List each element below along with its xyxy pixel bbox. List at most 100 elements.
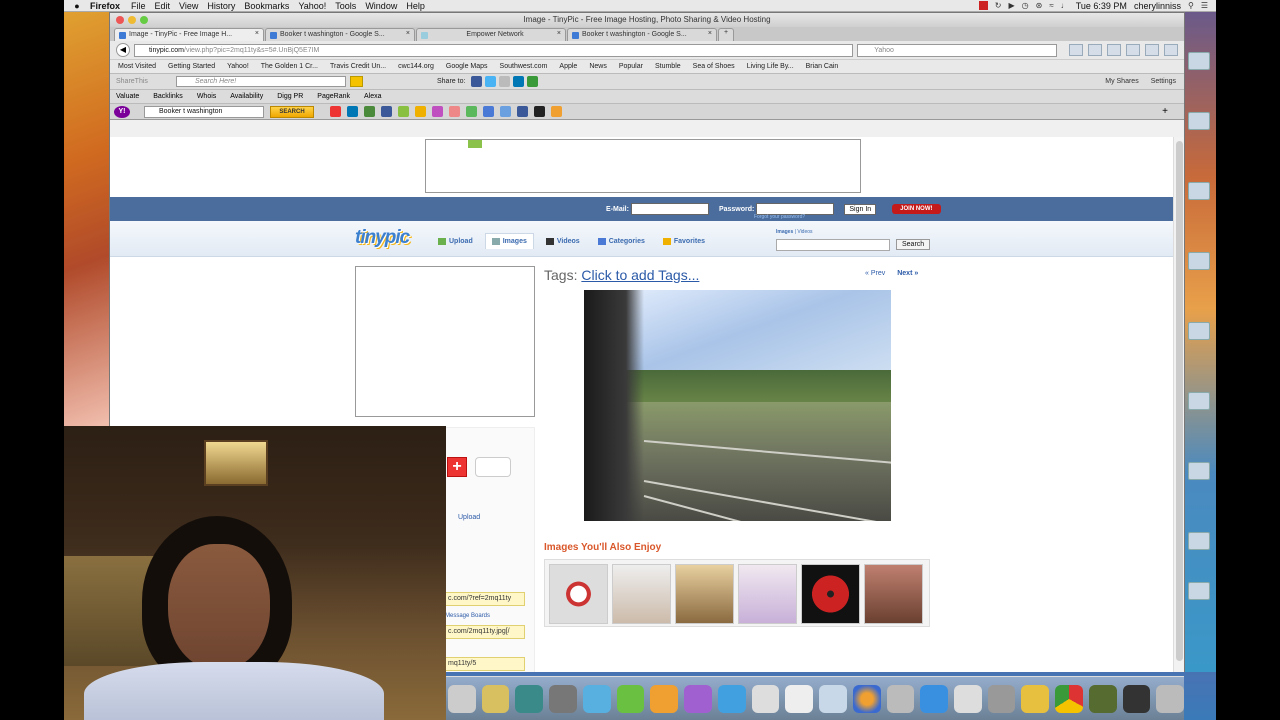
notification-icon[interactable]: ☰ (1201, 1, 1208, 10)
bookmark-item[interactable]: Google Maps (446, 63, 488, 70)
prev-link[interactable]: « Prev (865, 270, 885, 277)
site-search-input[interactable] (776, 239, 890, 251)
desktop-file-icon[interactable] (1188, 462, 1210, 480)
bookmark-item[interactable]: Yahoo! (227, 63, 249, 70)
seo-item[interactable]: Availability (230, 93, 263, 100)
dock-settings-icon[interactable] (549, 684, 577, 713)
yahoo-search-button[interactable]: SEARCH (270, 105, 314, 118)
seo-item[interactable]: PageRank (317, 93, 350, 100)
settings-link[interactable]: Settings (1151, 78, 1176, 85)
zoom-window-icon[interactable] (140, 16, 148, 24)
thumbnail[interactable] (612, 564, 671, 624)
bookmark-item[interactable]: Popular (619, 63, 643, 70)
share-direct-link-field[interactable]: mq11ty/5 (445, 657, 525, 671)
desktop-file-icon[interactable] (1188, 322, 1210, 340)
bookmark-item[interactable]: Sea of Shoes (693, 63, 735, 70)
nav-videos[interactable]: Videos (540, 233, 586, 249)
tab-empower-network[interactable]: Empower Network × (416, 28, 566, 41)
tool-icon[interactable] (534, 106, 545, 117)
nav-images[interactable]: Images (484, 233, 534, 249)
clock[interactable]: Tue 6:39 PM (1076, 1, 1127, 11)
tab-tinypic[interactable]: Image - TinyPic - Free Image H... × (114, 28, 264, 41)
linkedin-icon[interactable] (513, 76, 525, 87)
nav-favorites[interactable]: Favorites (657, 233, 711, 249)
tab-google-search[interactable]: Booker t washington - Google S... × (265, 28, 415, 41)
menu-tools[interactable]: Tools (335, 1, 365, 11)
wifi-icon[interactable]: ≈ (1049, 1, 1053, 10)
twitter-icon[interactable] (485, 76, 497, 87)
scrollbar-thumb[interactable] (1176, 141, 1183, 661)
main-image[interactable] (584, 290, 891, 521)
bookmark-item[interactable]: Stumble (655, 63, 681, 70)
dock-chrome-icon[interactable] (1055, 684, 1083, 713)
sign-in-button[interactable]: Sign In (844, 203, 877, 215)
volume-icon[interactable]: ♩ (1061, 1, 1069, 10)
home-icon[interactable] (1088, 44, 1102, 56)
linkedin-icon[interactable] (347, 106, 358, 117)
addon-icon[interactable] (1145, 44, 1159, 56)
bookmark-item[interactable]: Brian Cain (806, 63, 839, 70)
sharethis-brand[interactable]: ShareThis (116, 78, 176, 85)
sharethis-search-button[interactable] (350, 76, 363, 87)
play-icon[interactable]: ▶ (1009, 1, 1015, 10)
pinterest-icon[interactable] (330, 106, 341, 117)
seo-item[interactable]: Digg PR (277, 93, 303, 100)
menu-help[interactable]: Help (406, 1, 434, 11)
dock-app-icon[interactable] (582, 684, 611, 713)
share-img-code-field[interactable]: c.com/2mq11ty.jpg[/ (445, 625, 525, 639)
facebook-icon[interactable] (471, 76, 483, 87)
weather-icon[interactable] (483, 106, 494, 117)
minimize-window-icon[interactable] (128, 16, 136, 24)
url-bar[interactable]: tinypic.com/view.php?pic=2mq11ty&s=5#.Un… (133, 43, 854, 57)
dock-app-icon[interactable] (751, 684, 780, 713)
dock-app-icon[interactable] (819, 684, 847, 713)
apple-icon[interactable]: ● (64, 1, 90, 11)
desktop-file-icon[interactable] (1188, 392, 1210, 410)
bookmark-item[interactable]: Southwest.com (500, 63, 548, 70)
close-tab-icon[interactable]: × (406, 30, 410, 37)
seo-item[interactable]: Valuate (116, 93, 139, 100)
search-type-videos[interactable]: Videos (797, 229, 812, 235)
close-tab-icon[interactable]: × (557, 30, 561, 37)
bookmark-item[interactable]: News (589, 63, 607, 70)
yahoo-logo-icon[interactable]: Y! (114, 105, 130, 118)
dock-time-machine-icon[interactable] (515, 684, 544, 713)
dock-app-store-icon[interactable] (920, 684, 949, 713)
join-now-button[interactable]: JOIN NOW! (892, 204, 941, 214)
new-tab-button[interactable]: + (718, 28, 734, 41)
desktop-file-icon[interactable] (1188, 582, 1210, 600)
sync-icon[interactable]: ↻ (995, 1, 1002, 10)
dock-app-icon[interactable] (1122, 684, 1151, 713)
close-tab-icon[interactable]: × (708, 30, 712, 37)
bookmark-item[interactable]: cwc144.org (398, 63, 434, 70)
dock-app-icon[interactable] (448, 684, 476, 713)
bookmark-item[interactable]: Getting Started (168, 63, 215, 70)
sharethis-icon[interactable] (527, 76, 539, 87)
nav-categories[interactable]: Categories (592, 233, 651, 249)
dock-app-icon[interactable] (785, 684, 814, 713)
seo-item[interactable]: Whois (197, 93, 216, 100)
bookmark-item[interactable]: Apple (559, 63, 577, 70)
dock-app-icon[interactable] (987, 684, 1016, 713)
left-upload-link[interactable]: Upload (458, 514, 480, 521)
close-tab-icon[interactable]: × (255, 30, 259, 37)
desktop-file-icon[interactable] (1188, 182, 1210, 200)
time-machine-icon[interactable]: ◷ (1022, 1, 1029, 10)
tool-icon[interactable] (364, 106, 375, 117)
tinypic-logo[interactable]: tinypic (355, 227, 410, 249)
ad-banner[interactable] (425, 139, 861, 193)
desktop-file-icon[interactable] (1188, 112, 1210, 130)
thumbnail[interactable] (675, 564, 734, 624)
dock-app-icon[interactable] (616, 684, 645, 713)
search-bar[interactable]: Yahoo (857, 43, 1057, 57)
thumbnail[interactable] (801, 564, 860, 624)
seo-item[interactable]: Alexa (364, 93, 382, 100)
dock-app-icon[interactable] (650, 684, 679, 713)
share-link-field[interactable]: c.com/?ref=2mq11ty (445, 592, 525, 606)
tool-icon[interactable] (449, 106, 460, 117)
facebook-icon[interactable] (517, 106, 528, 117)
nav-upload[interactable]: Upload (432, 233, 479, 249)
next-link[interactable]: Next » (897, 270, 918, 277)
download-icon[interactable] (1069, 44, 1083, 56)
close-window-icon[interactable] (116, 16, 124, 24)
